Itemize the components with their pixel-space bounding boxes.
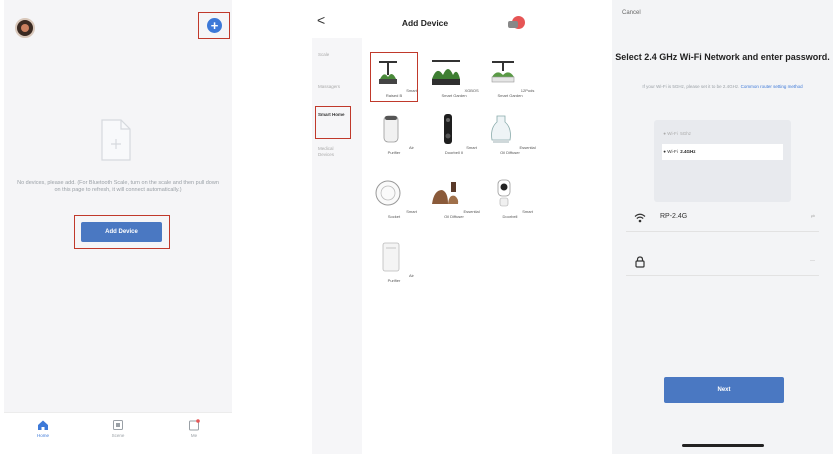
device-12pods-garden[interactable]: 12Pods Smart Garden <box>484 55 536 98</box>
add-device-screen: < Add Device Scale Massagers Smart Home … <box>312 0 538 454</box>
me-icon <box>189 419 200 431</box>
band-value: 2.4GHz <box>680 149 696 154</box>
password-field[interactable]: — <box>626 248 819 276</box>
home-icon <box>38 420 48 430</box>
garden-icon <box>432 60 461 85</box>
tab-home[interactable]: Home <box>23 419 63 438</box>
band-row-5ghz: ● Wi-Fi 5Ghz <box>662 131 691 136</box>
bottom-tab-bar: Home Scene Me <box>4 412 232 454</box>
device-label: Essential Oil Diffuser <box>444 209 480 219</box>
smart-garden-icon <box>379 61 398 84</box>
air-purifier-icon <box>383 115 399 143</box>
band-label: Wi-Fi <box>667 131 678 136</box>
tab-label: Scene <box>111 433 125 438</box>
next-button[interactable]: Next <box>664 377 784 403</box>
socket-icon <box>375 180 401 206</box>
device-label: Smart Doorbell <box>502 209 533 219</box>
device-label: Smart Doorbell II <box>444 145 477 155</box>
avatar[interactable] <box>15 18 35 38</box>
category-massagers[interactable]: Massagers <box>318 84 356 90</box>
device-smart-socket[interactable]: Smart Socket <box>368 176 420 219</box>
band-row-24ghz: ● Wi-Fi 2.4GHz <box>662 144 783 160</box>
tab-label: Home <box>36 433 49 438</box>
device-label: Air Purifier <box>387 145 414 155</box>
category-medical-devices[interactable]: Medical Devices <box>318 146 346 157</box>
device-oil-diffuser[interactable]: Essential Oil Diffuser <box>484 112 536 155</box>
wifi-name-value: RP-2.4G <box>660 213 688 220</box>
highlight-box <box>315 106 351 139</box>
highlight-box: Add Device <box>74 215 170 249</box>
doorbell-icon <box>444 114 453 144</box>
home-screen: + No devices, please add. (For Bluetooth… <box>4 0 232 454</box>
cancel-button[interactable]: Cancel <box>622 10 641 16</box>
wifi-setup-screen: Cancel Select 2.4 GHz Wi-Fi Network and … <box>612 0 833 454</box>
scene-icon <box>113 420 123 430</box>
device-wood-diffuser[interactable]: Essential Oil Diffuser <box>428 176 480 219</box>
device-label: Smart Raised B <box>385 88 417 98</box>
highlight-box: + <box>198 12 230 39</box>
empty-document-icon <box>101 119 131 161</box>
garden-pods-icon <box>491 61 514 83</box>
add-device-button[interactable]: Add Device <box>81 222 162 242</box>
wood-diffuser-icon <box>432 182 459 204</box>
wifi-name-field[interactable]: RP-2.4G ⇄ <box>626 204 819 232</box>
device-label: Essential Oil Diffuser <box>500 145 536 155</box>
wifi-band-illustration: ● Wi-Fi 5Ghz ● Wi-Fi 2.4GHz <box>654 120 791 202</box>
wifi-hint-text: If your Wi-Fi is 5GHz, please set it to … <box>626 84 819 90</box>
device-air-purifier[interactable]: Air Purifier <box>368 112 420 155</box>
add-device-plus-button[interactable]: + <box>207 18 222 33</box>
device-label: Smart Socket <box>387 209 417 219</box>
tab-label: Me <box>190 433 198 438</box>
page-title: Add Device <box>401 18 449 28</box>
hint-text: If your Wi-Fi is 5GHz, please set it to … <box>642 84 740 89</box>
scan-icon[interactable] <box>508 16 525 29</box>
show-password-icon[interactable]: — <box>810 258 815 264</box>
band-value: 5Ghz <box>680 131 691 136</box>
device-smart-doorbell[interactable]: Smart Doorbell <box>484 176 536 219</box>
wifi-icon <box>634 213 646 223</box>
device-label: 12Pods Smart Garden <box>497 88 535 98</box>
device-tower-air-purifier[interactable]: Air Purifier <box>368 240 420 283</box>
device-smart-raised-bed[interactable]: Smart Raised B <box>368 55 420 98</box>
camera-icon <box>497 179 511 207</box>
device-label: Air Purifier <box>387 273 414 283</box>
tower-purifier-icon <box>382 242 400 272</box>
band-label: Wi-Fi <box>667 149 678 154</box>
switch-network-icon[interactable]: ⇄ <box>811 214 815 220</box>
tab-me[interactable]: Me <box>174 419 214 438</box>
category-scale[interactable]: Scale <box>318 52 356 58</box>
diffuser-icon <box>491 115 512 143</box>
device-label: XGBOS Smart Garden <box>441 88 479 98</box>
empty-state-text: No devices, please add. (For Bluetooth S… <box>17 180 219 193</box>
page-title: Select 2.4 GHz Wi-Fi Network and enter p… <box>615 52 830 62</box>
lock-icon <box>635 256 645 268</box>
device-xgbos-garden[interactable]: XGBOS Smart Garden <box>428 55 480 98</box>
tab-scene[interactable]: Scene <box>98 419 138 438</box>
router-setting-link[interactable]: Common router setting method <box>741 84 803 89</box>
device-smart-doorbell-ii[interactable]: Smart Doorbell II <box>428 112 480 155</box>
home-indicator <box>682 444 764 447</box>
category-smart-home[interactable]: Smart Home <box>318 112 346 118</box>
category-sidebar: Scale Massagers Smart Home Medical Devic… <box>312 38 362 454</box>
